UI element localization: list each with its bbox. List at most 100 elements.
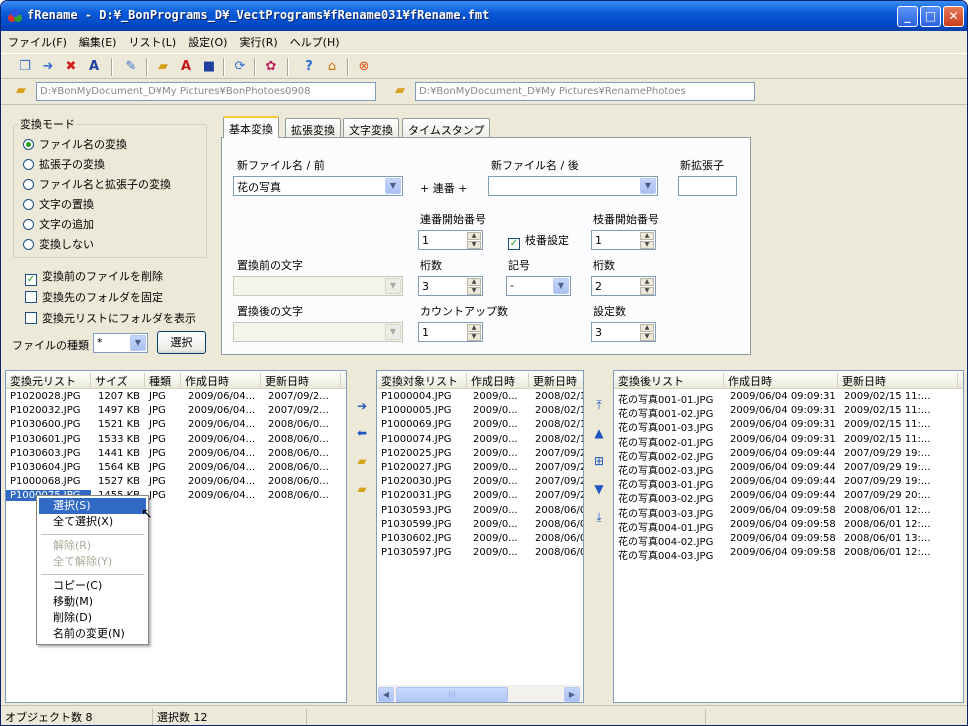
chevron-down-icon[interactable]: ▼	[553, 278, 569, 294]
menu-edit[interactable]: 編集(E)	[72, 31, 122, 50]
table-row[interactable]: 花の写真003-02.JPG 2009/06/04 09:09:44 2007/09…	[614, 490, 963, 505]
open-folder-icon[interactable]: ▰	[153, 57, 173, 77]
table-row[interactable]: P1000004.JPG 2009/0... 2008/02/1	[377, 391, 583, 405]
table-row[interactable]: 花の写真003-01.JPG 2009/06/04 09:09:44 2007/09…	[614, 476, 963, 491]
col-result-modified[interactable]: 更新日時	[838, 373, 958, 387]
setcount-spinner[interactable]: 3 ▲ ▼	[591, 322, 656, 342]
add-all-icon[interactable]: ▰	[353, 452, 371, 470]
close-button[interactable]: ✕	[943, 6, 964, 27]
table-row[interactable]: P1030604.JPG 1564 KB JPG 2009/06/04... 2008/…	[6, 462, 346, 476]
ctx-rename[interactable]: 名前の変更(N)	[39, 626, 146, 642]
table-row[interactable]: P1030602.JPG 2009/0... 2008/06/0	[377, 533, 583, 547]
table-row[interactable]: P1000005.JPG 2009/0... 2008/02/1	[377, 405, 583, 419]
color-icon[interactable]: ✿	[261, 57, 281, 77]
symbol-select[interactable]: - ▼	[506, 276, 571, 296]
move-down-icon[interactable]: ▼	[590, 480, 608, 498]
table-row[interactable]: 花の写真004-02.JPG 2009/06/04 09:09:58 2008/06…	[614, 533, 963, 548]
spin-down-icon[interactable]: ▼	[640, 333, 654, 341]
spin-up-icon[interactable]: ▲	[467, 278, 481, 286]
title-bar[interactable]: fRename - D:¥_BonPrograms_D¥_VectProgram…	[1, 1, 967, 31]
table-row[interactable]: P1000068.JPG 1527 KB JPG 2009/06/04... 2008/…	[6, 476, 346, 490]
table-row[interactable]: P1000069.JPG 2009/0... 2008/02/1	[377, 419, 583, 433]
ctx-delete[interactable]: 削除(D)	[39, 610, 146, 626]
move-bottom-icon[interactable]: ⤓	[590, 508, 608, 526]
tab-timestamp[interactable]: タイムスタンプ	[402, 118, 491, 138]
save-icon[interactable]: ■	[199, 57, 219, 77]
delete-original-checkbox[interactable]: ✓ 変換前のファイルを削除	[25, 268, 163, 286]
table-row[interactable]: P1030597.JPG 2009/0... 2008/06/0	[377, 547, 583, 561]
table-row[interactable]: P1020027.JPG 2009/0... 2007/09/2	[377, 462, 583, 476]
col-type[interactable]: 種類	[145, 373, 181, 387]
table-row[interactable]: P1030599.JPG 2009/0... 2008/06/0	[377, 519, 583, 533]
ctx-deselect[interactable]: 解除(R)	[39, 538, 146, 554]
table-row[interactable]: P1030600.JPG 1521 KB JPG 2009/06/04... 2008/…	[6, 419, 346, 433]
ctx-copy[interactable]: コピー(C)	[39, 578, 146, 594]
ctx-select-all[interactable]: 全て選択(X)	[39, 514, 146, 530]
tree-icon[interactable]: ⊞	[590, 452, 608, 470]
replace-after-select[interactable]: ▼	[233, 322, 403, 342]
branch-checkbox[interactable]: ✓ 枝番設定	[508, 232, 569, 250]
refresh-icon[interactable]: ⟳	[230, 57, 250, 77]
new-name-before-select[interactable]: 花の写真 ▼	[233, 176, 403, 196]
branch-start-spinner[interactable]: 1 ▲ ▼	[591, 230, 656, 250]
replace-before-select[interactable]: ▼	[233, 276, 403, 296]
move-top-icon[interactable]: ⤒	[590, 396, 608, 414]
col-target-created[interactable]: 作成日時	[467, 373, 529, 387]
target-horizontal-scrollbar[interactable]: ◀ ||| ▶	[378, 685, 582, 702]
table-row[interactable]: 花の写真002-01.JPG 2009/06/04 09:09:31 2009/02…	[614, 434, 963, 449]
col-size[interactable]: サイズ	[91, 373, 145, 387]
spin-up-icon[interactable]: ▲	[640, 232, 654, 240]
fix-dest-folder-checkbox[interactable]: 変換先のフォルダを固定	[25, 289, 163, 305]
spin-down-icon[interactable]: ▼	[640, 241, 654, 249]
table-row[interactable]: P1020025.JPG 2009/0... 2007/09/2	[377, 448, 583, 462]
new-name-after-select[interactable]: ▼	[488, 176, 658, 196]
menu-settings[interactable]: 設定(O)	[181, 31, 232, 50]
chevron-down-icon[interactable]: ▼	[640, 178, 656, 194]
spin-up-icon[interactable]: ▲	[640, 324, 654, 332]
rename-icon[interactable]: A	[84, 57, 104, 77]
table-row[interactable]: P1020028.JPG 1207 KB JPG 2009/06/04... 2007/…	[6, 391, 346, 405]
table-row[interactable]: 花の写真003-03.JPG 2009/06/04 09:09:58 2008/06…	[614, 505, 963, 520]
table-row[interactable]: 花の写真002-03.JPG 2009/06/04 09:09:44 2007/09…	[614, 462, 963, 477]
dest-folder-icon[interactable]: ▰	[395, 83, 413, 99]
table-row[interactable]: 花の写真004-01.JPG 2009/06/04 09:09:58 2008/06…	[614, 519, 963, 534]
chevron-down-icon[interactable]: ▼	[385, 324, 401, 340]
digits-spinner[interactable]: 3 ▲ ▼	[418, 276, 483, 296]
seq-start-spinner[interactable]: 1 ▲ ▼	[418, 230, 483, 250]
scroll-right-icon[interactable]: ▶	[564, 687, 580, 702]
show-folders-checkbox[interactable]: 変換元リストにフォルダを表示	[25, 310, 196, 326]
tab-extended[interactable]: 拡張変換	[285, 118, 341, 138]
spin-down-icon[interactable]: ▼	[467, 287, 481, 295]
countup-spinner[interactable]: 1 ▲ ▼	[418, 322, 483, 342]
maximize-button[interactable]: □	[920, 6, 941, 27]
filetype-select[interactable]: * ▼	[93, 333, 148, 353]
table-row[interactable]: P1020030.JPG 2009/0... 2007/09/2	[377, 476, 583, 490]
col-target-modified[interactable]: 更新日時	[529, 373, 583, 387]
filetype-select-button[interactable]: 選択	[157, 331, 206, 354]
target-list[interactable]: 変換対象リスト 作成日時 更新日時 P1000004.JPG 2009/0... 2…	[376, 370, 584, 703]
ctx-deselect-all[interactable]: 全て解除(Y)	[39, 554, 146, 570]
tab-text[interactable]: 文字変換	[343, 118, 399, 138]
col-result-created[interactable]: 作成日時	[724, 373, 838, 387]
table-row[interactable]: P1030601.JPG 1533 KB JPG 2009/06/04... 2008/…	[6, 434, 346, 448]
spin-up-icon[interactable]: ▲	[467, 232, 481, 240]
source-path-field[interactable]: D:¥BonMyDocument_D¥My Pictures¥BonPhotoe…	[36, 82, 376, 101]
branch-digits-spinner[interactable]: 2 ▲ ▼	[591, 276, 656, 296]
spin-down-icon[interactable]: ▼	[640, 287, 654, 295]
table-row[interactable]: 花の写真002-02.JPG 2009/06/04 09:09:44 2007/09…	[614, 448, 963, 463]
table-row[interactable]: P1030603.JPG 1441 KB JPG 2009/06/04... 2008/…	[6, 448, 346, 462]
new-ext-input[interactable]	[678, 176, 737, 196]
spin-up-icon[interactable]: ▲	[467, 324, 481, 332]
table-row[interactable]: 花の写真004-03.JPG 2009/06/04 09:09:58 2008/06…	[614, 547, 963, 562]
move-icon[interactable]: ➜	[38, 57, 58, 77]
mode-radio-none[interactable]: 変換しない	[23, 236, 94, 252]
source-folder-icon[interactable]: ▰	[16, 83, 34, 99]
table-row[interactable]: P1030593.JPG 2009/0... 2008/06/0	[377, 505, 583, 519]
mode-radio-filename[interactable]: ファイル名の変換	[23, 136, 127, 152]
mode-radio-add[interactable]: 文字の追加	[23, 216, 94, 232]
delete-icon[interactable]: ✖	[61, 57, 81, 77]
result-list[interactable]: 変換後リスト 作成日時 更新日時 花の写真001-01.JPG 2009/06/0…	[613, 370, 964, 703]
col-modified[interactable]: 更新日時	[261, 373, 341, 387]
edit-icon[interactable]: ✎	[121, 57, 141, 77]
col-created[interactable]: 作成日時	[181, 373, 261, 387]
